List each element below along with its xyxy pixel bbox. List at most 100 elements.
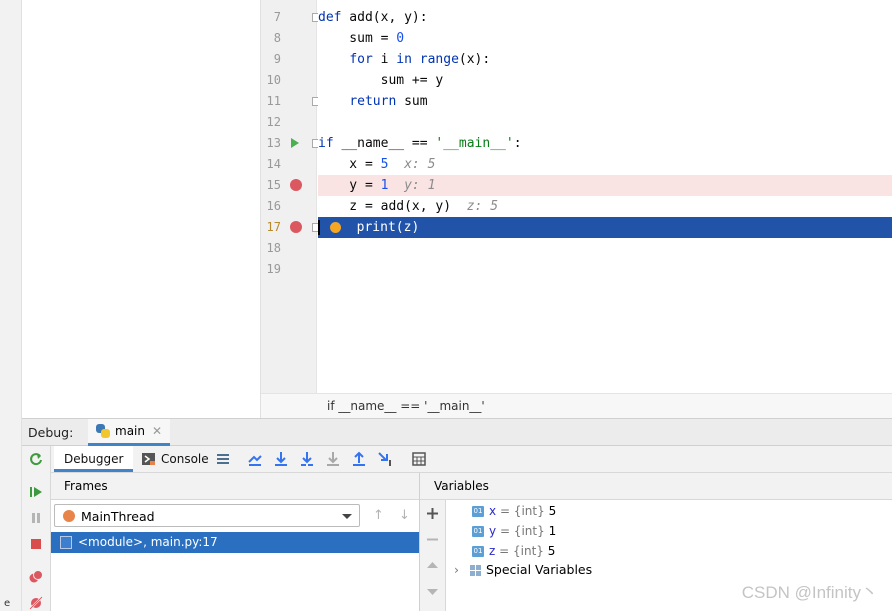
project-pane <box>22 0 261 418</box>
remove-watch-icon[interactable] <box>426 533 439 546</box>
code-line-13[interactable]: if __name__ == '__main__': <box>318 133 892 154</box>
frames-panel: MainThread ↑ ↓ <module>, main.py:17 <box>51 500 420 611</box>
variables-panel-header: Variables <box>420 473 892 500</box>
code-text: print(z) <box>356 220 420 235</box>
code-line-7[interactable]: def add(x, y): <box>318 7 892 28</box>
int-variable-icon: 01 <box>472 506 484 517</box>
frames-title: Frames <box>64 479 108 493</box>
breakpoint-icon[interactable] <box>290 221 302 233</box>
step-into-my-code-icon[interactable] <box>299 451 315 467</box>
evaluate-expression-icon[interactable] <box>411 451 427 467</box>
resume-icon[interactable] <box>29 485 43 499</box>
watermark: CSDN @Infinity丶 <box>741 583 878 602</box>
variable-row[interactable]: 01 x = {int} 5 <box>472 501 556 521</box>
variable-row[interactable]: 01 z = {int} 5 <box>472 541 555 561</box>
frame-label: <module>, main.py:17 <box>78 535 218 549</box>
variables-title: Variables <box>434 479 489 493</box>
arrow-up-icon[interactable]: ↑ <box>373 508 384 523</box>
step-over-icon[interactable] <box>273 451 289 467</box>
code-line-14[interactable]: x = 5 x: 5 <box>318 154 892 175</box>
pause-icon[interactable] <box>29 511 43 525</box>
keyword: return <box>349 94 397 109</box>
inline-value-hint: y: 1 <box>404 178 436 193</box>
code-line-12[interactable] <box>318 112 892 133</box>
keyword: if <box>318 136 334 151</box>
move-down-icon[interactable] <box>426 585 439 598</box>
variable-value: 5 <box>547 544 556 558</box>
frames-panel-header: Frames <box>51 473 420 500</box>
step-out-icon[interactable] <box>351 451 367 467</box>
code-line-8[interactable]: sum = 0 <box>318 28 892 49</box>
thread-selector[interactable]: MainThread <box>54 504 360 527</box>
int-variable-icon: 01 <box>472 546 484 557</box>
code-text: y = <box>318 178 381 193</box>
line-number: 15 <box>266 178 281 192</box>
keyword: def <box>318 10 342 25</box>
arrow-down-icon[interactable]: ↓ <box>399 508 410 523</box>
move-up-icon[interactable] <box>426 559 439 572</box>
int-variable-icon: 01 <box>472 526 484 537</box>
line-number: 19 <box>266 262 281 276</box>
left-tool-strip: e <box>0 0 22 611</box>
number-literal: 0 <box>396 31 405 46</box>
code-line-9[interactable]: for i in range(x): <box>318 49 892 70</box>
frame-item-selected[interactable]: <module>, main.py:17 <box>51 532 419 553</box>
code-text: i <box>372 52 397 67</box>
force-step-into-icon[interactable] <box>325 451 341 467</box>
run-to-cursor-icon[interactable] <box>377 451 393 467</box>
variable-type: = {int} <box>499 544 544 558</box>
code-line-10[interactable]: sum += y <box>318 70 892 91</box>
code-text: : <box>513 136 522 151</box>
variable-name: x <box>489 504 497 518</box>
code-text: __name__ == <box>333 136 436 151</box>
code-line-15-breakpoint[interactable]: y = 1 y: 1 <box>318 175 892 196</box>
variable-name: z <box>489 544 496 558</box>
breadcrumb[interactable]: if __name__ == '__main__' <box>261 393 892 418</box>
keyword: for <box>349 52 373 67</box>
debug-tool-window-header: Debug: main ✕ <box>22 418 892 446</box>
editor-gutter[interactable]: 7 8 9 10 11 12 13 14 15 16 17 18 19 <box>261 0 321 393</box>
inline-value-hint: z: 5 <box>466 199 499 214</box>
tab-debugger-label: Debugger <box>64 452 124 466</box>
line-number: 7 <box>273 10 281 24</box>
variable-value: 1 <box>548 524 557 538</box>
code-line-11[interactable]: return sum <box>318 91 892 112</box>
line-number: 10 <box>266 73 281 87</box>
line-number: 18 <box>266 241 281 255</box>
code-text: sum <box>396 94 428 109</box>
menu-icon[interactable] <box>215 451 231 467</box>
code-text: sum += y <box>318 73 444 88</box>
lightbulb-icon[interactable] <box>330 222 341 233</box>
console-icon[interactable] <box>141 451 157 467</box>
tab-debugger[interactable]: Debugger <box>54 446 134 472</box>
string-literal: '__main__' <box>435 136 514 151</box>
code-text: add(x, y): <box>341 10 428 25</box>
chevron-down-icon <box>342 514 352 519</box>
tab-console[interactable]: Console <box>161 446 209 472</box>
stop-icon[interactable] <box>29 537 43 551</box>
breakpoint-icon[interactable] <box>290 179 302 191</box>
code-text: x = <box>318 157 381 172</box>
tab-console-label: Console <box>161 452 209 466</box>
code-line-16[interactable]: z = add(x, y) z: 5 <box>318 196 892 217</box>
python-icon <box>96 424 110 438</box>
close-icon[interactable]: ✕ <box>152 424 162 438</box>
code-line-17-execution-point[interactable]: print(z) <box>318 217 892 238</box>
special-variables-icon <box>470 565 481 576</box>
mute-breakpoints-icon[interactable] <box>29 596 43 610</box>
debug-session-tab[interactable]: main ✕ <box>88 419 171 446</box>
special-variables-node[interactable]: › Special Variables <box>454 560 592 580</box>
debug-side-toolbar <box>22 446 51 611</box>
keyword: in <box>396 52 412 67</box>
breadcrumb-item[interactable]: if __name__ == '__main__' <box>327 399 485 413</box>
add-watch-icon[interactable] <box>426 507 439 520</box>
tool-strip-label[interactable]: e <box>4 598 10 609</box>
frame-icon <box>60 536 72 549</box>
variable-row[interactable]: 01 y = {int} 1 <box>472 521 556 541</box>
chevron-right-icon[interactable]: › <box>454 560 470 580</box>
show-execution-point-icon[interactable] <box>247 451 263 467</box>
view-breakpoints-icon[interactable] <box>29 570 43 584</box>
run-gutter-icon[interactable] <box>291 138 299 148</box>
line-number: 12 <box>266 115 281 129</box>
rerun-icon[interactable] <box>29 452 43 466</box>
